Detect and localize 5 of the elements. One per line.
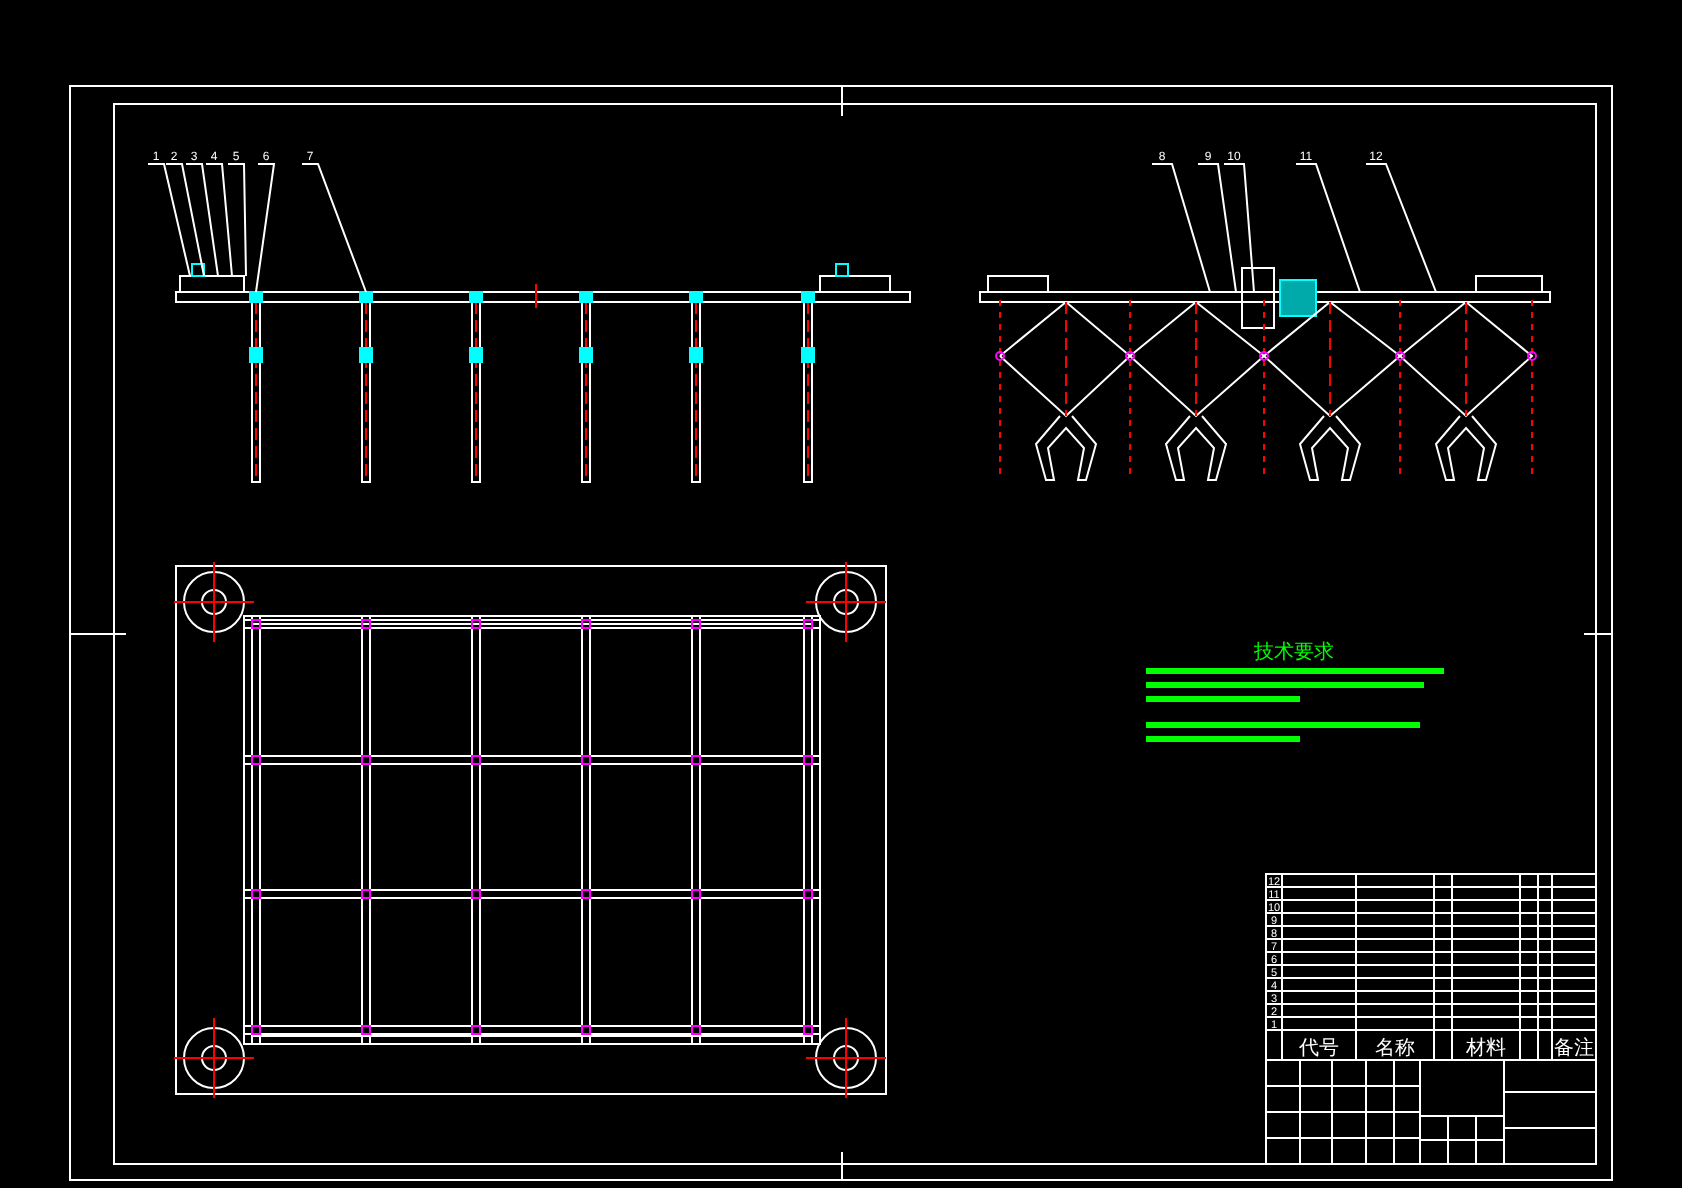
notes-title: 技术要求 [1254,642,1334,664]
table-header: 材料 [1466,1038,1506,1060]
table-header: 名称 [1375,1038,1415,1060]
table-header: 代号 [1299,1038,1339,1060]
table-header: 备注 [1554,1038,1594,1060]
